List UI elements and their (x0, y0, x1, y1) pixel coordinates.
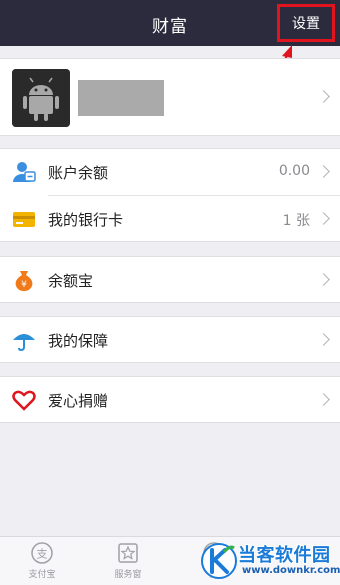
settings-button[interactable]: 设置 (277, 4, 335, 42)
chevron-right-icon (317, 165, 330, 178)
yuebao-label: 余额宝 (48, 272, 94, 290)
android-robot-icon (12, 69, 70, 127)
yuebao-row[interactable]: ¥ 余额宝 (0, 257, 340, 303)
bank-card-icon (13, 212, 35, 227)
insurance-group: 我的保障 (0, 316, 340, 363)
avatar[interactable] (12, 69, 70, 127)
tab-service-window-label: 服务窗 (114, 570, 142, 580)
alipay-icon: 支 (31, 542, 53, 564)
balance-label: 账户余额 (48, 164, 109, 182)
account-name-redacted (78, 80, 164, 116)
umbrella-icon (13, 334, 35, 352)
star-window-icon (118, 543, 138, 563)
charity-row[interactable]: 爱心捐赠 (0, 377, 340, 423)
chevron-right-icon (317, 90, 330, 103)
bank-card-count: 1 张 (282, 213, 310, 229)
insurance-row[interactable]: 我的保障 (0, 317, 340, 363)
charity-group: 爱心捐赠 (0, 376, 340, 423)
profile-card[interactable] (0, 58, 340, 136)
tab-alipay[interactable]: 支 支付宝 (12, 541, 72, 583)
tab-service-window[interactable]: 服务窗 (98, 541, 158, 583)
chevron-right-icon (317, 333, 330, 346)
account-balance-icon (13, 162, 36, 182)
chevron-right-icon (317, 273, 330, 286)
site-watermark: 当客软件园 www.downkr.com (200, 538, 340, 585)
watermark-url: www.downkr.com (242, 565, 340, 576)
insurance-label: 我的保障 (48, 332, 109, 350)
balance-value: 0.00 (278, 163, 310, 179)
watermark-title: 当客软件园 (238, 545, 331, 566)
annotation-arrow-head (282, 45, 292, 58)
balance-group: 账户余额 0.00 我的银行卡 1 张 (0, 148, 340, 242)
charity-label: 爱心捐赠 (48, 392, 109, 410)
svg-text:支: 支 (37, 548, 48, 561)
bank-card-row[interactable]: 我的银行卡 1 张 (0, 196, 340, 242)
header-bar: 财富 设置 (0, 0, 340, 46)
balance-row[interactable]: 账户余额 0.00 (0, 149, 340, 195)
svg-text:¥: ¥ (21, 280, 27, 290)
tab-alipay-label: 支付宝 (28, 570, 56, 580)
heart-icon (12, 390, 36, 411)
money-bag-icon: ¥ (15, 271, 33, 291)
bank-card-label: 我的银行卡 (48, 211, 124, 229)
chevron-right-icon (317, 212, 330, 225)
chevron-right-icon (317, 393, 330, 406)
yuebao-group: ¥ 余额宝 (0, 256, 340, 303)
watermark-logo-icon (201, 543, 237, 579)
